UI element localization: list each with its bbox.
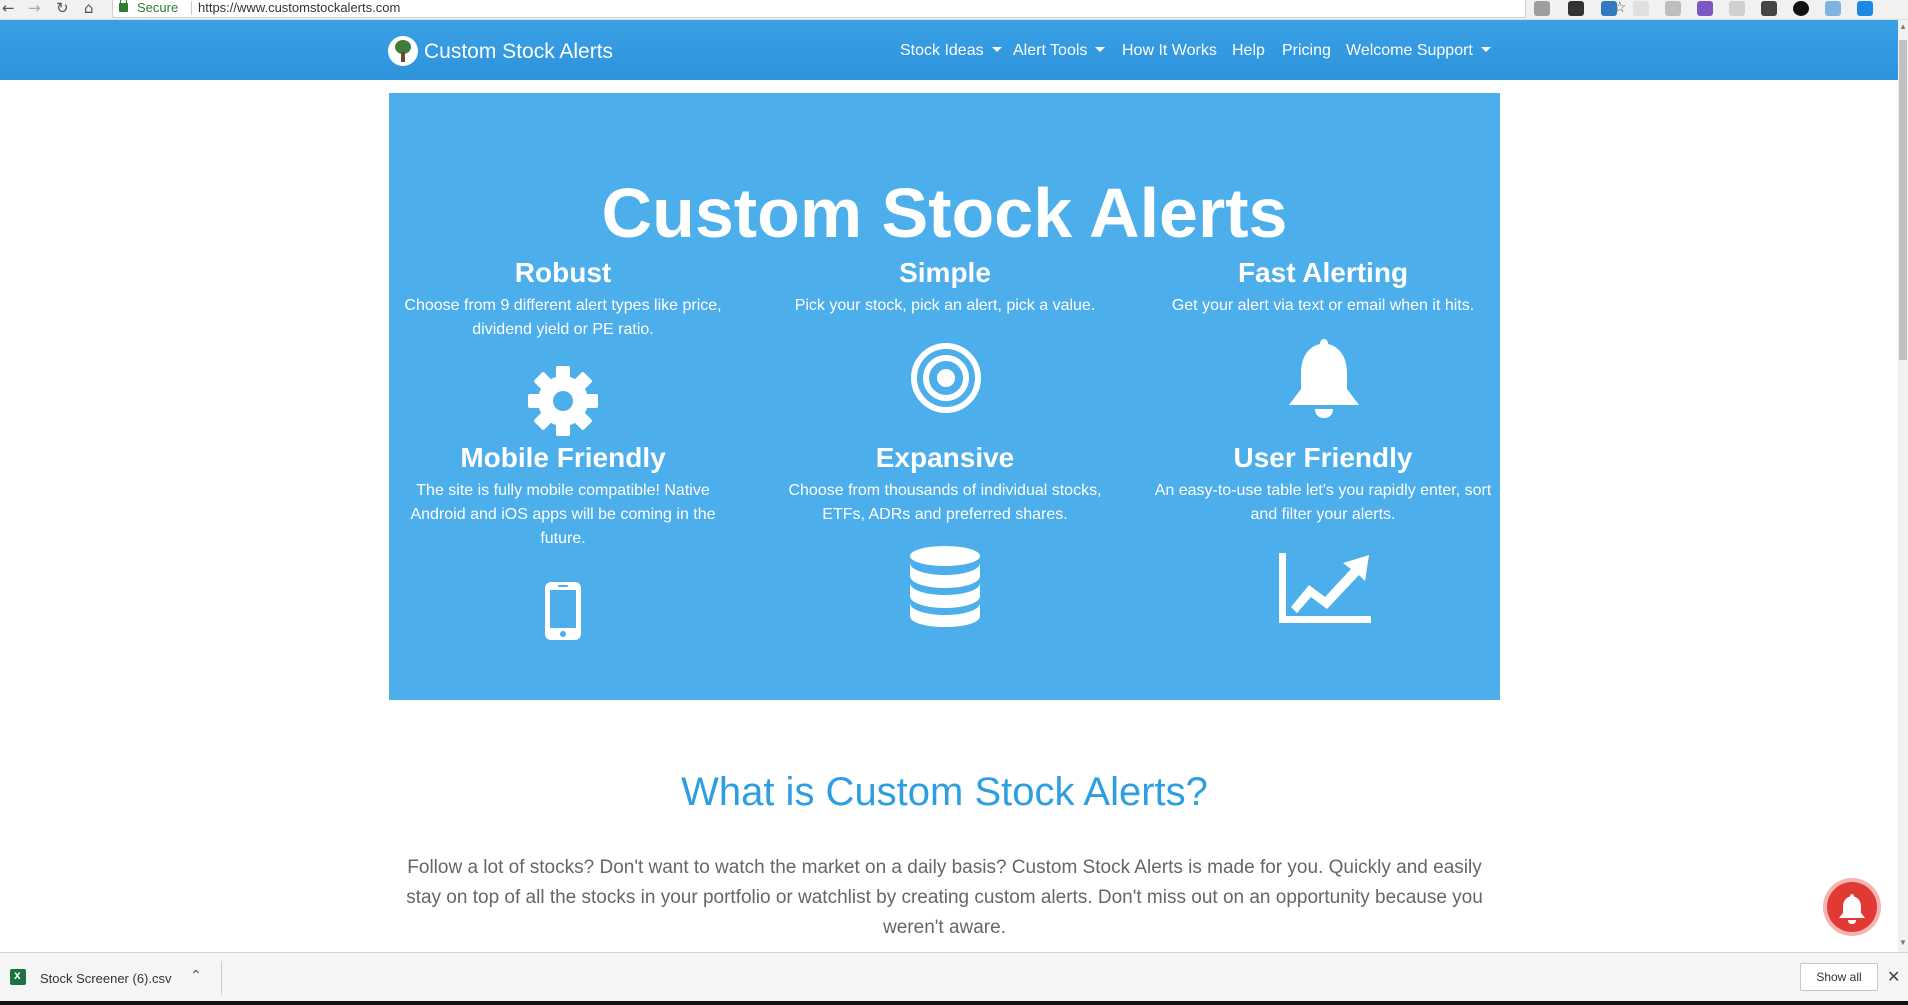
caret-down-icon xyxy=(1095,47,1106,52)
nav-label: Stock Ideas xyxy=(900,42,984,59)
nav-welcome-support[interactable]: Welcome Support xyxy=(1346,42,1491,60)
line-chart-icon xyxy=(1279,553,1371,623)
address-separator xyxy=(191,1,192,15)
hero-title: Custom Stock Alerts xyxy=(601,174,1288,252)
extension-icon[interactable] xyxy=(1729,1,1745,16)
browser-toolbar: ← → ↻ ⌂ Secure https://www.customstockal… xyxy=(0,0,1908,20)
tree-logo-icon[interactable] xyxy=(388,36,418,66)
nav-pricing[interactable]: Pricing xyxy=(1282,42,1331,60)
chevron-up-icon[interactable]: ⌃ xyxy=(190,967,202,984)
extension-icon[interactable] xyxy=(1633,1,1649,16)
mobile-phone-icon xyxy=(545,582,581,640)
about-body: Follow a lot of stocks? Don't want to wa… xyxy=(406,857,1483,938)
extension-icon[interactable] xyxy=(1568,1,1584,16)
feature-mobile-friendly: Mobile Friendly The site is fully mobile… xyxy=(393,441,733,551)
download-bar: Stock Screener (6).csv ⌃ Show all ✕ xyxy=(0,952,1908,1001)
gear-icon xyxy=(528,366,598,436)
extension-icon[interactable] xyxy=(1793,1,1809,16)
taskbar-edge xyxy=(0,1001,1908,1005)
feature-title: Robust xyxy=(514,257,612,288)
extension-icon[interactable] xyxy=(1601,1,1617,16)
reload-icon[interactable]: ↻ xyxy=(56,0,69,16)
extension-icon[interactable] xyxy=(1534,1,1550,16)
database-icon xyxy=(910,546,980,627)
caret-down-icon xyxy=(991,47,1002,52)
feature-text: Choose from 9 different alert types like… xyxy=(404,297,722,338)
nav-alert-tools[interactable]: Alert Tools xyxy=(1013,42,1106,60)
secure-label: Secure xyxy=(137,0,179,15)
excel-file-icon xyxy=(10,968,26,985)
nav-label: Welcome Support xyxy=(1346,42,1473,59)
address-bar[interactable]: Secure https://www.customstockalerts.com… xyxy=(112,0,1626,18)
feature-robust: Robust Choose from 9 different alert typ… xyxy=(393,256,733,342)
extension-icon[interactable] xyxy=(1857,1,1873,16)
feature-title: Expansive xyxy=(875,442,1015,473)
extension-icon[interactable] xyxy=(1761,1,1777,16)
notification-bell-button[interactable] xyxy=(1827,882,1877,932)
caret-down-icon xyxy=(1480,47,1491,52)
extension-icon[interactable] xyxy=(1697,1,1713,16)
download-file-name[interactable]: Stock Screener (6).csv xyxy=(40,971,172,986)
feature-text: Pick your stock, pick an alert, pick a v… xyxy=(794,297,1096,314)
feature-title: Simple xyxy=(899,257,991,288)
close-icon[interactable]: ✕ xyxy=(1887,967,1900,986)
nav-label: Alert Tools xyxy=(1013,42,1088,59)
nav-how-it-works[interactable]: How It Works xyxy=(1122,42,1217,60)
feature-text: Get your alert via text or email when it… xyxy=(1171,297,1475,314)
feature-user-friendly: User Friendly An easy-to-use table let's… xyxy=(1153,441,1493,527)
hero-banner: Custom Stock Alerts Robust Choose from 9… xyxy=(389,93,1500,700)
feature-simple: Simple Pick your stock, pick an alert, p… xyxy=(775,256,1115,318)
feature-text: An easy-to-use table let's you rapidly e… xyxy=(1154,482,1492,523)
scroll-down-icon[interactable]: ▼ xyxy=(1899,938,1907,947)
feature-title: User Friendly xyxy=(1233,442,1413,473)
home-icon[interactable]: ⌂ xyxy=(84,0,94,16)
feature-text: Choose from thousands of individual stoc… xyxy=(788,482,1102,523)
url-text[interactable]: https://www.customstockalerts.com xyxy=(198,0,400,15)
brand-link[interactable]: Custom Stock Alerts xyxy=(424,40,613,64)
about-title: What is Custom Stock Alerts? xyxy=(681,770,1208,814)
bell-icon xyxy=(1839,894,1865,924)
site-navbar: Custom Stock Alerts Stock Ideas Alert To… xyxy=(0,20,1898,80)
target-icon xyxy=(911,343,981,413)
nav-help[interactable]: Help xyxy=(1232,42,1265,60)
extension-icon[interactable] xyxy=(1825,1,1841,16)
scrollbar-thumb[interactable] xyxy=(1899,40,1907,360)
feature-text: The site is fully mobile compatible! Nat… xyxy=(410,482,716,547)
feature-expansive: Expansive Choose from thousands of indiv… xyxy=(775,441,1115,527)
scroll-up-icon[interactable]: ▲ xyxy=(1899,22,1907,31)
show-all-button[interactable]: Show all xyxy=(1800,963,1878,991)
back-icon[interactable]: ← xyxy=(2,0,15,16)
feature-title: Fast Alerting xyxy=(1237,257,1409,288)
download-separator xyxy=(221,961,222,995)
bell-icon xyxy=(1289,339,1359,418)
nav-stock-ideas[interactable]: Stock Ideas xyxy=(900,42,1002,60)
lock-icon xyxy=(119,0,128,12)
feature-title: Mobile Friendly xyxy=(460,442,666,473)
forward-icon[interactable]: → xyxy=(28,0,41,16)
feature-fast-alerting: Fast Alerting Get your alert via text or… xyxy=(1153,256,1493,318)
extension-icon[interactable] xyxy=(1665,1,1681,16)
